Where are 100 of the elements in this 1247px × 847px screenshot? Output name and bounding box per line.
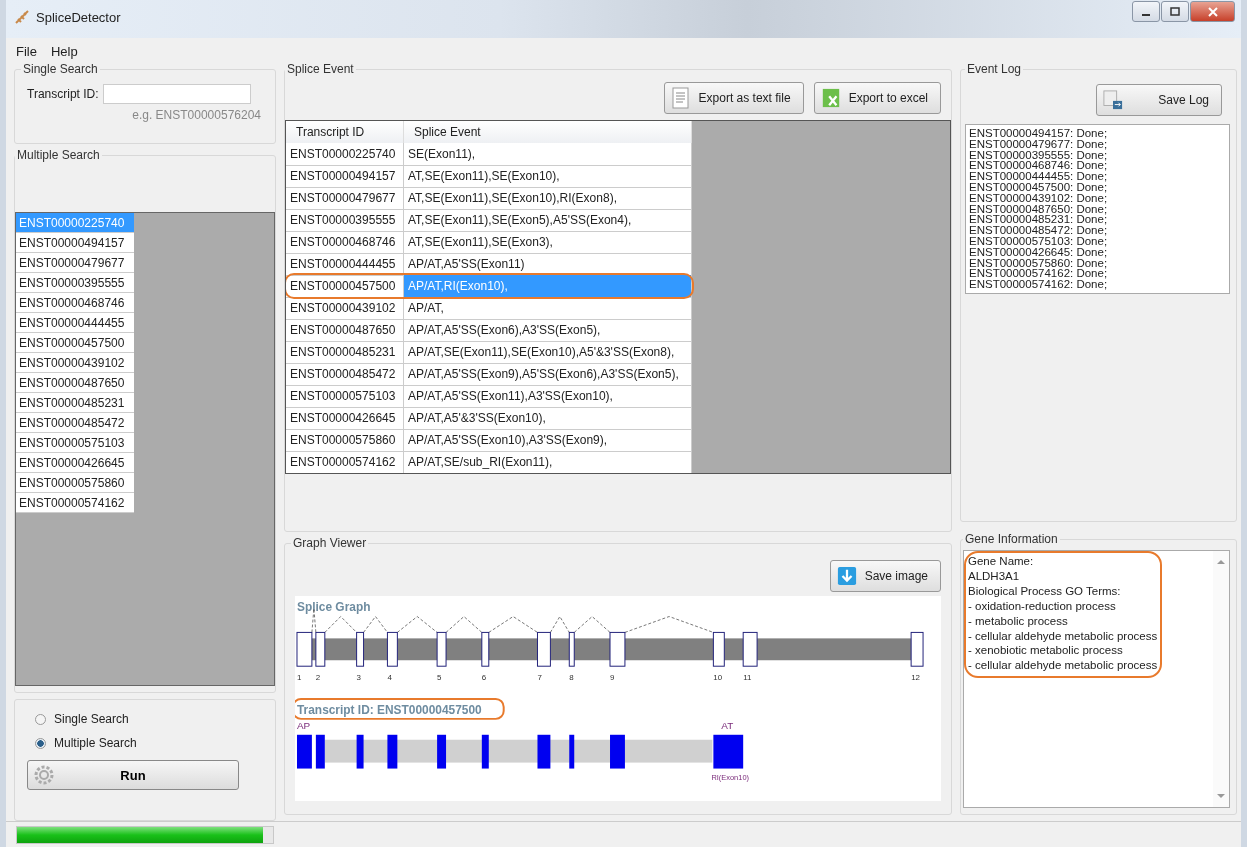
download-icon: [836, 565, 857, 587]
maximize-button[interactable]: [1161, 1, 1189, 22]
export-button[interactable]: Export as text file: [663, 82, 804, 114]
save-image-button[interactable]: Save image: [829, 560, 941, 592]
log-entry: ENST00000575103: Done;: [969, 235, 1109, 247]
table-cell: AT,SE(Exon11),SE(Exon10),: [404, 165, 692, 188]
log-entry: ENST00000574162: Done;: [969, 279, 1109, 290]
dna-icon: [14, 9, 30, 25]
column-header[interactable]: Splice Event: [404, 121, 692, 143]
list-item[interactable]: ENST00000479677: [16, 253, 134, 273]
table-row[interactable]: ENST00000426645 AP/AT,A5'&3'SS(Exon10),: [286, 407, 692, 429]
menu-item[interactable]: File: [16, 44, 37, 60]
table-cell: ENST00000485231: [286, 341, 404, 364]
table-cell: ENST00000485472: [286, 363, 404, 386]
log-text-area[interactable]: [965, 124, 1230, 294]
table-row[interactable]: ENST00000487650 AP/AT,A5'SS(Exon6),A3'SS(Exon5),: [286, 319, 692, 341]
table-row[interactable]: ENST00000479677 AT,SE(Exon11),SE(Exon10),RI(Exon8),: [286, 187, 692, 209]
list-item[interactable]: ENST00000485231: [16, 393, 134, 413]
log-entry: ENST00000574162: Done;: [969, 268, 1109, 280]
list-item[interactable]: ENST00000494157: [16, 233, 134, 253]
table-cell: AP/AT,A5'SS(Exon6),A3'SS(Exon5),: [404, 319, 692, 342]
scroll-bar[interactable]: [1213, 551, 1229, 807]
log-entry: ENST00000468746: Done;: [969, 160, 1109, 172]
table-cell: ENST00000439102: [286, 297, 404, 320]
table-row[interactable]: ENST00000395555 AT,SE(Exon11),SE(Exon5),A5'SS(Exon4),: [286, 209, 692, 231]
exon-block: [356, 734, 364, 769]
exon-number: 8: [569, 673, 574, 683]
minimize-button[interactable]: [1132, 1, 1160, 22]
exon-block: [315, 734, 325, 769]
group-title: Graph Viewer: [292, 536, 368, 550]
exon-number: 3: [356, 673, 362, 683]
info-line: - oxidation-reduction process: [968, 598, 1117, 614]
exon-block: [481, 734, 489, 769]
table-cell: ENST00000575860: [286, 429, 404, 452]
log-entry: ENST00000494157: Done;: [969, 128, 1109, 139]
table-cell: SE(Exon11),: [404, 143, 692, 166]
table-cell: ENST00000487650: [286, 319, 404, 342]
group-title: Event Log: [966, 62, 1023, 76]
event-label: AT: [721, 719, 734, 731]
list-item[interactable]: ENST00000468746: [16, 293, 134, 313]
list-item[interactable]: ENST00000575860: [16, 473, 134, 493]
save-log-button[interactable]: Save Log: [1096, 84, 1222, 116]
info-line: - cellular aldehyde metabolic process: [968, 658, 1158, 674]
graph-title: Splice Graph: [297, 599, 371, 614]
close-button[interactable]: [1190, 1, 1235, 22]
exon-number: 10: [713, 673, 723, 683]
list-item[interactable]: ENST00000575103: [16, 433, 134, 453]
table-row[interactable]: ENST00000457500 AP/AT,RI(Exon10),: [286, 275, 692, 297]
table-row[interactable]: ENST00000494157 AT,SE(Exon11),SE(Exon10),: [286, 165, 692, 187]
exon-block: [356, 631, 365, 667]
info-line: Biological Process GO Terms:: [968, 583, 1122, 599]
table-cell: ENST00000225740: [286, 143, 404, 166]
group-title: Single Search: [22, 62, 99, 76]
list-item[interactable]: ENST00000485472: [16, 413, 134, 433]
radio-button[interactable]: [35, 713, 46, 725]
table-row[interactable]: ENST00000485231 AP/AT,SE(Exon11),SE(Exon10),A5'&3'SS(Exon8),: [286, 341, 692, 363]
exon-number: 5: [437, 673, 442, 683]
radio-label: Multiple Search: [54, 736, 137, 750]
radio-button[interactable]: [35, 737, 46, 749]
list-item[interactable]: ENST00000574162: [16, 493, 134, 513]
maximize-icon: [1170, 6, 1180, 17]
table-row[interactable]: ENST00000575860 AP/AT,A5'SS(Exon10),A3'SS(Exon9),: [286, 429, 692, 451]
exon-block: [610, 734, 625, 769]
log-entry: ENST00000426645: Done;: [969, 246, 1109, 258]
table-cell: AP/AT,A5'&3'SS(Exon10),: [404, 407, 692, 430]
exon-block: [537, 631, 551, 667]
table-row[interactable]: ENST00000225740 SE(Exon11),: [286, 143, 692, 165]
info-line: Gene Name:: [968, 554, 1035, 569]
exon-number: 2: [315, 673, 321, 683]
table-row[interactable]: ENST00000574162 AP/AT,SE/sub_RI(Exon11),: [286, 451, 692, 473]
list-item[interactable]: ENST00000395555: [16, 273, 134, 293]
document-icon: [670, 87, 691, 109]
table-row[interactable]: ENST00000485472 AP/AT,A5'SS(Exon9),A5'SS(Exon6),A3'SS(Exon5),: [286, 363, 692, 385]
radio-label: Single Search: [54, 712, 129, 726]
exon-block: [537, 734, 551, 769]
exon-number: 1: [297, 673, 302, 683]
menu-item[interactable]: Help: [50, 44, 78, 60]
table-row[interactable]: ENST00000468746 AT,SE(Exon11),SE(Exon3),: [286, 231, 692, 253]
list-item[interactable]: ENST00000426645: [16, 453, 134, 473]
column-header[interactable]: Transcript ID: [286, 121, 404, 143]
list-item[interactable]: ENST00000439102: [16, 353, 134, 373]
log-entry: ENST00000485231: Done;: [969, 214, 1109, 226]
info-line: - metabolic process: [968, 613, 1069, 629]
table-row[interactable]: ENST00000575103 AP/AT,A5'SS(Exon11),A3'SS(Exon10),: [286, 385, 692, 407]
export-button[interactable]: Export to excel: [813, 82, 941, 114]
info-line: - xenobiotic metabolic process: [968, 643, 1124, 659]
transcript-id-field[interactable]: [102, 84, 251, 104]
log-entry: ENST00000487650: Done;: [969, 203, 1109, 215]
list-item[interactable]: ENST00000487650: [16, 373, 134, 393]
exon-number: 11: [743, 673, 752, 683]
list-item[interactable]: ENST00000457500: [16, 333, 134, 353]
table-cell: ENST00000426645: [286, 407, 404, 430]
run-button[interactable]: Run: [27, 760, 239, 790]
exon-number: 4: [387, 673, 392, 683]
exon-number: 6: [481, 673, 487, 683]
field-label: Transcript ID:: [27, 87, 99, 101]
list-item[interactable]: ENST00000444455: [16, 313, 134, 333]
table-row[interactable]: ENST00000439102 AP/AT,: [286, 297, 692, 319]
exon-number: 7: [537, 673, 542, 683]
log-entry: ENST00000439102: Done;: [969, 192, 1109, 204]
